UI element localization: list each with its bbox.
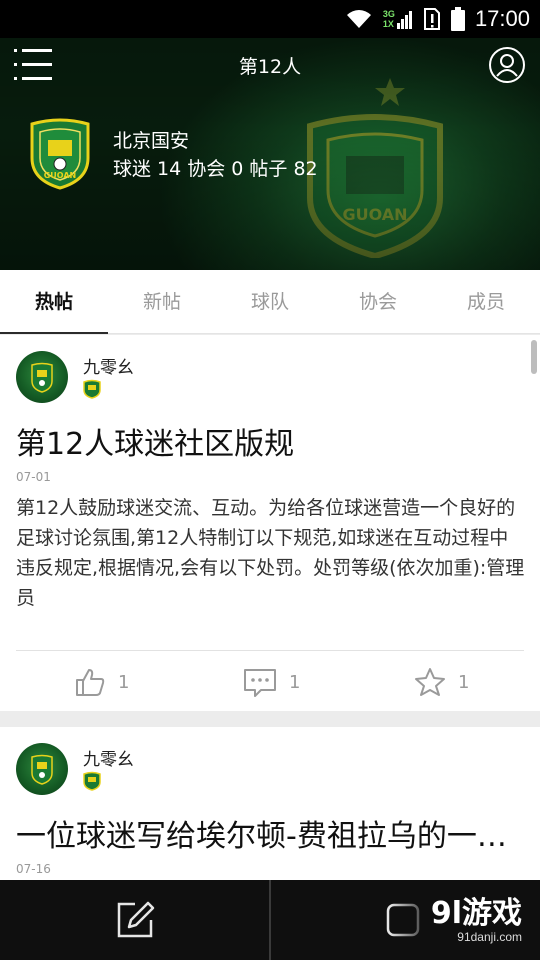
- wifi-icon: [346, 10, 371, 28]
- user-profile-icon[interactable]: [488, 46, 526, 84]
- tab-association[interactable]: 协会: [324, 270, 432, 333]
- watermark-url: 91danji.com: [457, 930, 522, 944]
- network-type-label: 3G 1X: [383, 9, 413, 29]
- sim-alert-icon: [423, 8, 440, 30]
- thumbs-up-icon: [76, 669, 105, 696]
- author-name[interactable]: 九零幺: [83, 745, 134, 770]
- author-name[interactable]: 九零幺: [83, 353, 134, 378]
- comment-count: 1: [289, 671, 301, 693]
- avatar[interactable]: [16, 351, 68, 403]
- tab-new-posts[interactable]: 新帖: [108, 270, 216, 333]
- divider: [16, 650, 524, 651]
- favorite-button[interactable]: 1: [414, 657, 469, 707]
- post-feed[interactable]: 九零幺 第12人球迷社区版规 07-01 第12人鼓励球迷交流、互动。为给各位球…: [0, 335, 540, 880]
- post-date: 07-16: [16, 862, 51, 876]
- team-logo[interactable]: GUOAN: [28, 116, 92, 190]
- background-crest-image: GUOAN: [307, 78, 443, 258]
- post-excerpt[interactable]: 第12人鼓励球迷交流、互动。为给各位球迷营造一个良好的足球讨论氛围,第12人特制…: [16, 493, 526, 613]
- watermark-logo: 9l游戏: [430, 896, 522, 931]
- scrollbar[interactable]: [531, 340, 537, 374]
- post-title[interactable]: 一位球迷写给埃尔顿-费祖拉乌的一封信: [16, 811, 531, 855]
- post-date: 07-01: [16, 470, 51, 484]
- team-badge-icon: [83, 379, 101, 399]
- comment-icon: [244, 669, 276, 697]
- svg-text:GUOAN: GUOAN: [342, 205, 407, 224]
- tab-team[interactable]: 球队: [216, 270, 324, 333]
- team-badge-icon: [83, 771, 101, 791]
- post-card[interactable]: 九零幺 第12人球迷社区版规 07-01 第12人鼓励球迷交流、互动。为给各位球…: [0, 335, 540, 711]
- clock: 17:00: [474, 6, 530, 31]
- favorite-count: 1: [458, 671, 470, 693]
- battery-icon: [450, 7, 465, 31]
- team-badge-icon: [31, 362, 53, 393]
- like-button[interactable]: 1: [74, 657, 129, 707]
- divider: [269, 880, 271, 960]
- team-stats: 球迷 14 协会 0 帖子 82: [113, 158, 318, 180]
- like-count: 1: [118, 671, 130, 693]
- star-icon: [415, 668, 445, 696]
- tab-members[interactable]: 成员: [432, 270, 540, 333]
- comment-button[interactable]: 1: [243, 657, 300, 707]
- bottom-action-bar: 9l游戏 91danji.com: [0, 880, 540, 960]
- compose-icon[interactable]: [115, 900, 155, 940]
- post-title[interactable]: 第12人球迷社区版规: [16, 419, 294, 463]
- team-name: 北京国安: [113, 130, 190, 152]
- post-card[interactable]: 九零幺 一位球迷写给埃尔顿-费祖拉乌的一封信 07-16: [0, 727, 540, 880]
- team-header: GUOAN 第12人 GUOAN 北京国安 球迷 14 协会 0 帖子 82: [0, 38, 540, 270]
- tab-hot-posts[interactable]: 热帖: [0, 270, 108, 334]
- team-badge-icon: [31, 754, 53, 785]
- signal-icon: [396, 11, 412, 29]
- watermark: 9l游戏 91danji.com: [390, 880, 540, 960]
- svg-text:GUOAN: GUOAN: [44, 171, 77, 180]
- page-title: 第12人: [238, 56, 302, 78]
- tab-bar: 热帖 新帖 球队 协会 成员: [0, 270, 540, 334]
- avatar[interactable]: [16, 743, 68, 795]
- post-actions: 1 1 1: [0, 657, 540, 707]
- status-bar: 3G 1X 17:00: [0, 0, 540, 38]
